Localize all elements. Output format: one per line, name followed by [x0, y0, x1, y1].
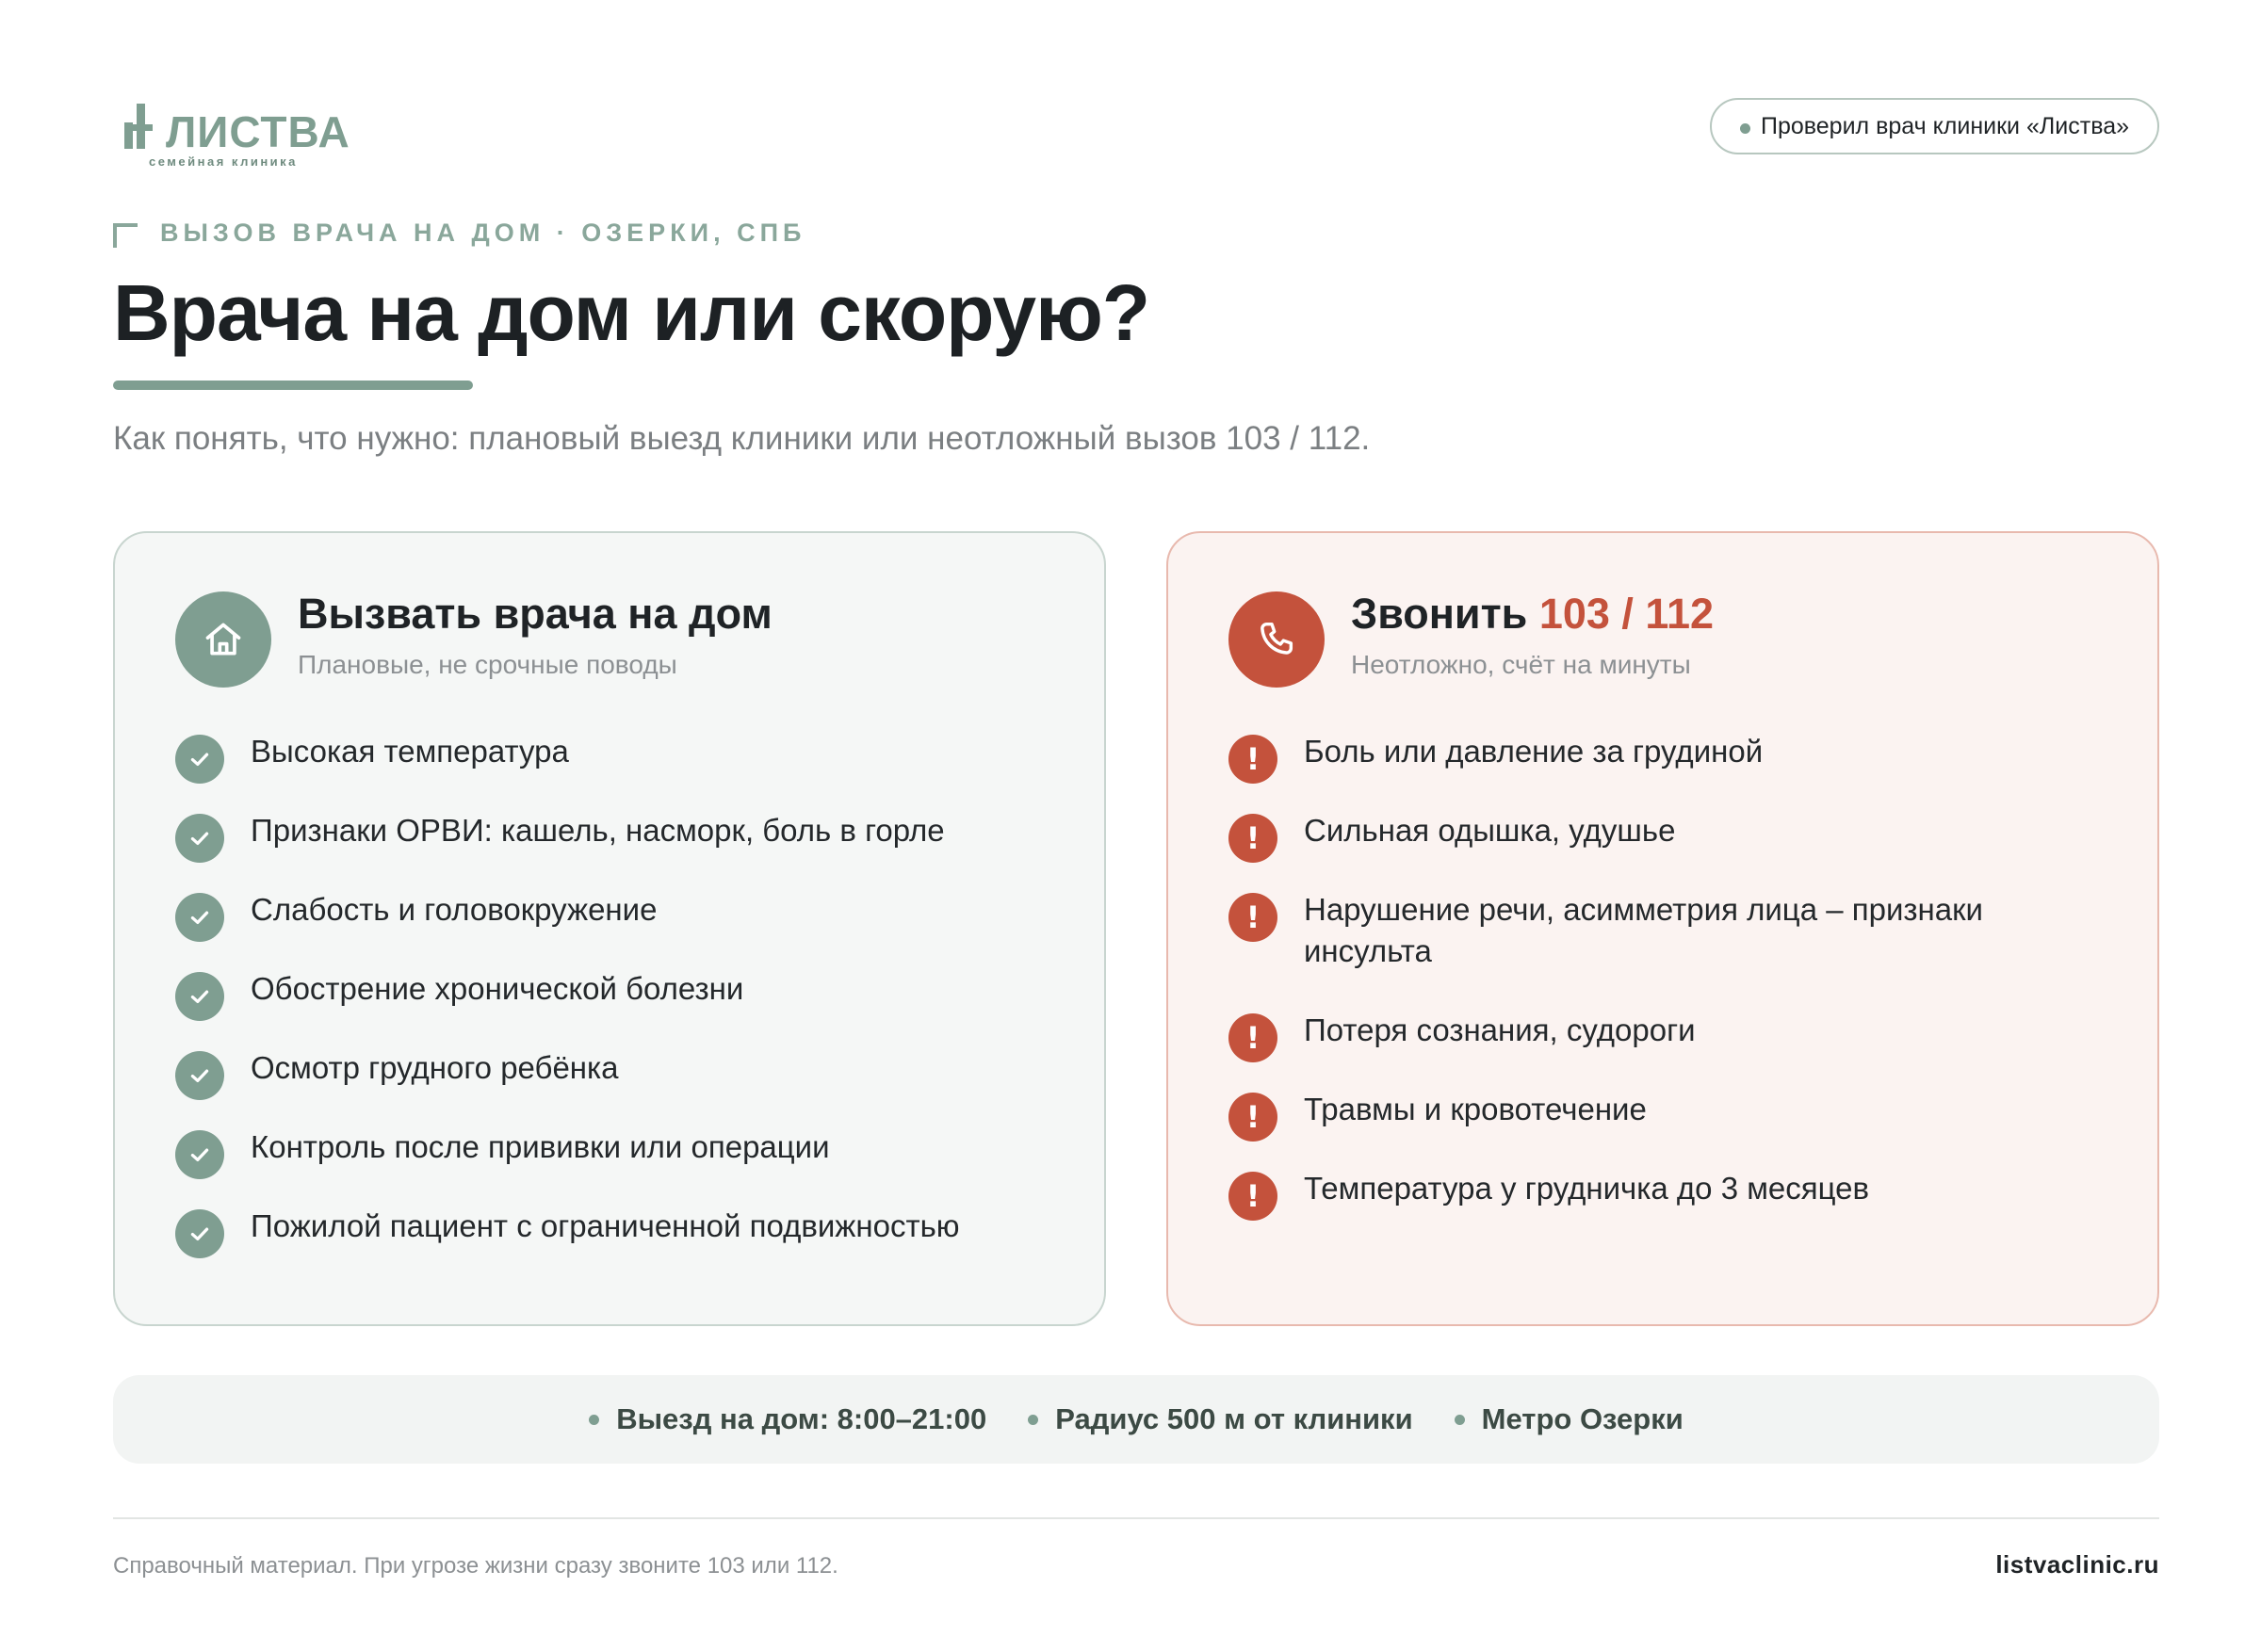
- logo-wordmark: ЛИСТВА: [166, 107, 350, 156]
- website-link[interactable]: listvaclinic.ru: [1995, 1550, 2159, 1579]
- list-item-text: Травмы и кровотечение: [1304, 1092, 1647, 1126]
- check-icon: [175, 1209, 224, 1258]
- phone-icon: [1228, 591, 1325, 688]
- corner-bracket-icon: [113, 222, 138, 248]
- bullet-dot-icon: [589, 1414, 600, 1425]
- metro-station: Метро Озерки: [1454, 1402, 1684, 1436]
- list-item-text: Признаки ОРВИ: кашель, насморк, боль в г…: [251, 813, 945, 848]
- check-icon: [175, 1051, 224, 1100]
- check-icon: [175, 893, 224, 942]
- footer-disclaimer: Справочный материал. При угрозе жизни ср…: [113, 1553, 838, 1579]
- house-icon: [175, 591, 271, 688]
- list-item: Признаки ОРВИ: кашель, насморк, боль в г…: [175, 810, 1080, 863]
- list-item-text: Обострение хронической болезни: [251, 971, 744, 1006]
- list-item: Высокая температура: [175, 731, 1080, 784]
- list-item: ! Температура у грудничка до 3 месяцев: [1228, 1168, 2133, 1221]
- home-visit-card: Вызвать врача на дом Плановые, не срочны…: [113, 531, 1106, 1326]
- service-radius: Радиус 500 м от клиники: [1028, 1402, 1413, 1436]
- visit-hours-text: Выезд на дом: 8:00–21:00: [616, 1402, 987, 1435]
- emergency-title-prefix: Звонить: [1351, 590, 1528, 638]
- list-item-text: Боль или давление за грудиной: [1304, 734, 1764, 769]
- exclamation-icon: !: [1228, 1172, 1277, 1221]
- list-item: Осмотр грудного ребёнка: [175, 1047, 1080, 1100]
- service-info-bar: Выезд на дом: 8:00–21:00 Радиус 500 м от…: [113, 1375, 2159, 1464]
- list-item: Контроль после прививки или операции: [175, 1126, 1080, 1179]
- eyebrow-text: ВЫЗОВ ВРАЧА НА ДОМ · ОЗЕРКИ, СПБ: [160, 219, 806, 247]
- emergency-card-subtitle: Неотложно, счёт на минуты: [1351, 650, 1691, 679]
- list-item-text: Нарушение речи, асимметрия лица – призна…: [1304, 892, 1983, 968]
- page-title: Врача на дом или скорую?: [113, 268, 1150, 357]
- check-icon: [175, 735, 224, 784]
- check-icon: [175, 972, 224, 1021]
- emergency-numbers: 103 / 112: [1538, 590, 1714, 638]
- list-item-text: Осмотр грудного ребёнка: [251, 1050, 619, 1085]
- exclamation-icon: !: [1228, 1013, 1277, 1062]
- list-item-text: Температура у грудничка до 3 месяцев: [1304, 1171, 1870, 1206]
- check-icon: [175, 814, 224, 863]
- list-item-text: Слабость и головокружение: [251, 892, 658, 927]
- exclamation-icon: !: [1228, 893, 1277, 942]
- exclamation-icon: !: [1228, 735, 1277, 784]
- list-item-text: Сильная одышка, удушье: [1304, 813, 1676, 848]
- emergency-reasons-list: ! Боль или давление за грудиной ! Сильна…: [1228, 731, 2133, 1247]
- list-item: ! Нарушение речи, асимметрия лица – приз…: [1228, 889, 2133, 972]
- list-item: Пожилой пациент с ограниченной подвижнос…: [175, 1206, 1080, 1258]
- list-item-text: Контроль после прививки или операции: [251, 1129, 830, 1164]
- list-item-text: Потеря сознания, судороги: [1304, 1012, 1696, 1047]
- footer-divider: [113, 1517, 2159, 1519]
- metro-station-text: Метро Озерки: [1481, 1402, 1684, 1435]
- visit-hours: Выезд на дом: 8:00–21:00: [589, 1402, 986, 1436]
- list-item: ! Потеря сознания, судороги: [1228, 1010, 2133, 1062]
- list-item-text: Высокая температура: [251, 734, 569, 769]
- page-subtitle: Как понять, что нужно: плановый выезд кл…: [113, 420, 1371, 457]
- home-reasons-list: Высокая температура Признаки ОРВИ: кашел…: [175, 731, 1080, 1285]
- check-icon: [175, 1130, 224, 1179]
- exclamation-icon: !: [1228, 1093, 1277, 1142]
- emergency-card-title: Звонить 103 / 112: [1351, 590, 1714, 639]
- bullet-dot-icon: [1028, 1414, 1039, 1425]
- clinic-logo: ЛИСТВА семейная клиника: [124, 102, 350, 170]
- verified-badge: Проверил врач клиники «Листва»: [1709, 98, 2159, 154]
- list-item-text: Пожилой пациент с ограниченной подвижнос…: [251, 1208, 960, 1243]
- logo-subtitle: семейная клиника: [149, 154, 298, 169]
- bullet-dot-icon: [1454, 1414, 1465, 1425]
- home-card-title: Вызвать врача на дом: [298, 590, 773, 638]
- eyebrow: ВЫЗОВ ВРАЧА НА ДОМ · ОЗЕРКИ, СПБ: [113, 219, 805, 248]
- list-item: ! Боль или давление за грудиной: [1228, 731, 2133, 784]
- home-card-subtitle: Плановые, не срочные поводы: [298, 650, 677, 679]
- leaf-logo-icon: [124, 104, 162, 151]
- list-item: ! Травмы и кровотечение: [1228, 1089, 2133, 1142]
- list-item: ! Сильная одышка, удушье: [1228, 810, 2133, 863]
- list-item: Слабость и головокружение: [175, 889, 1080, 942]
- list-item: Обострение хронической болезни: [175, 968, 1080, 1021]
- verified-badge-text: Проверил врач клиники «Листва»: [1760, 112, 2129, 139]
- emergency-card: Звонить 103 / 112 Неотложно, счёт на мин…: [1166, 531, 2159, 1326]
- badge-dot-icon: [1739, 123, 1750, 134]
- service-radius-text: Радиус 500 м от клиники: [1055, 1402, 1413, 1435]
- exclamation-icon: !: [1228, 814, 1277, 863]
- title-underline: [113, 381, 473, 390]
